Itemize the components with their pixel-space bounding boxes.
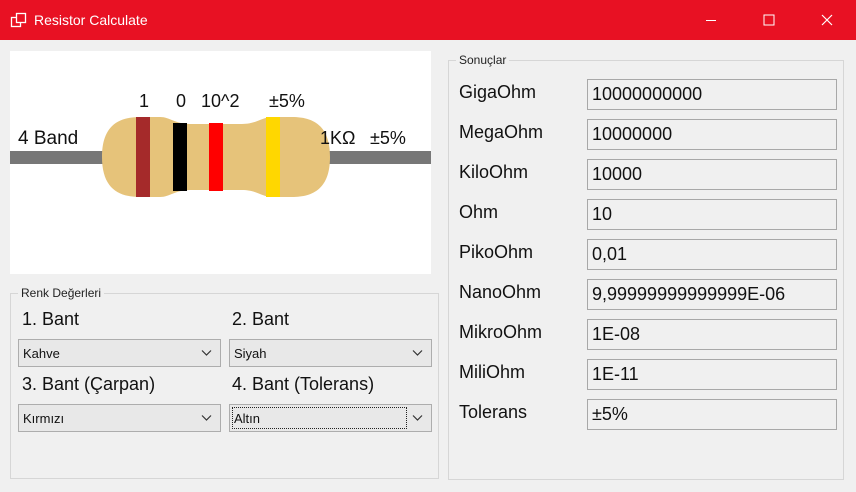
resistance-summary: 1KΩ bbox=[320, 128, 355, 148]
tolerance-summary: ±5% bbox=[370, 128, 406, 148]
band-1-select[interactable]: Kahve bbox=[18, 339, 221, 367]
maximize-button[interactable] bbox=[740, 0, 798, 40]
band-2-selected: Siyah bbox=[234, 346, 267, 361]
resistor-diagram: 4 Band 1 0 10^2 ±5% 1KΩ ±5% bbox=[10, 51, 431, 274]
result-label-mikroohm: MikroOhm bbox=[459, 322, 543, 342]
band-1-value: 1 bbox=[139, 91, 149, 111]
band-3-value: 10^2 bbox=[201, 91, 239, 111]
results-title: Sonuçlar bbox=[456, 53, 510, 67]
result-field-nanoohm[interactable]: 9,99999999999999E-06 bbox=[587, 279, 837, 310]
band-type-label: 4 Band bbox=[18, 128, 78, 149]
color-values-title: Renk Değerleri bbox=[18, 286, 105, 300]
resistor-band-4 bbox=[266, 117, 280, 197]
band-3-label: 3. Bant (Çarpan) bbox=[22, 374, 156, 394]
result-field-ohm[interactable]: 10 bbox=[587, 199, 837, 230]
resistor-lead-left bbox=[10, 151, 115, 164]
close-icon bbox=[821, 14, 833, 26]
result-label-tolerans: Tolerans bbox=[459, 402, 528, 422]
chevron-down-icon bbox=[201, 415, 212, 421]
result-field-pikoohm[interactable]: 0,01 bbox=[587, 239, 837, 270]
result-field-tolerans[interactable]: ±5% bbox=[587, 399, 837, 430]
resistor-lead-right bbox=[320, 151, 431, 164]
result-label-kiloohm: KiloOhm bbox=[459, 162, 529, 182]
chevron-down-icon bbox=[412, 415, 423, 421]
band-3-selected: Kırmızı bbox=[23, 411, 65, 426]
band-1-selected: Kahve bbox=[23, 346, 60, 361]
app-icon bbox=[10, 12, 27, 28]
band-4-selected: Altın bbox=[234, 411, 261, 426]
chevron-down-icon bbox=[201, 350, 212, 356]
band-4-value: ±5% bbox=[269, 91, 305, 111]
close-button[interactable] bbox=[798, 0, 856, 40]
chevron-down-icon bbox=[412, 350, 423, 356]
band-2-value: 0 bbox=[176, 91, 186, 111]
result-label-ohm: Ohm bbox=[459, 202, 499, 222]
resistor-band-3 bbox=[209, 123, 223, 191]
result-field-mikroohm[interactable]: 1E-08 bbox=[587, 319, 837, 350]
result-field-megaohm[interactable]: 10000000 bbox=[587, 119, 837, 150]
minimize-icon bbox=[706, 20, 716, 21]
result-label-nanoohm: NanoOhm bbox=[459, 282, 542, 302]
result-field-miliohm[interactable]: 1E-11 bbox=[587, 359, 837, 390]
band-4-label: 4. Bant (Tolerans) bbox=[232, 374, 375, 394]
window-title: Resistor Calculate bbox=[34, 12, 148, 28]
maximize-icon bbox=[763, 14, 775, 26]
result-label-megaohm: MegaOhm bbox=[459, 122, 544, 142]
result-label-gigaohm: GigaOhm bbox=[459, 82, 537, 102]
minimize-button[interactable] bbox=[682, 0, 740, 40]
band-2-label: 2. Bant bbox=[232, 309, 290, 329]
resistor-band-1 bbox=[136, 117, 150, 197]
band-3-select[interactable]: Kırmızı bbox=[18, 404, 221, 432]
result-field-gigaohm[interactable]: 10000000000 bbox=[587, 79, 837, 110]
band-1-label: 1. Bant bbox=[22, 309, 80, 329]
result-label-pikoohm: PikoOhm bbox=[459, 242, 534, 262]
resistor-band-2 bbox=[173, 123, 187, 191]
result-field-kiloohm[interactable]: 10000 bbox=[587, 159, 837, 190]
band-2-select[interactable]: Siyah bbox=[229, 339, 432, 367]
result-label-miliohm: MiliOhm bbox=[459, 362, 525, 382]
title-bar: Resistor Calculate bbox=[0, 0, 856, 40]
band-4-select[interactable]: Altın bbox=[229, 404, 432, 432]
